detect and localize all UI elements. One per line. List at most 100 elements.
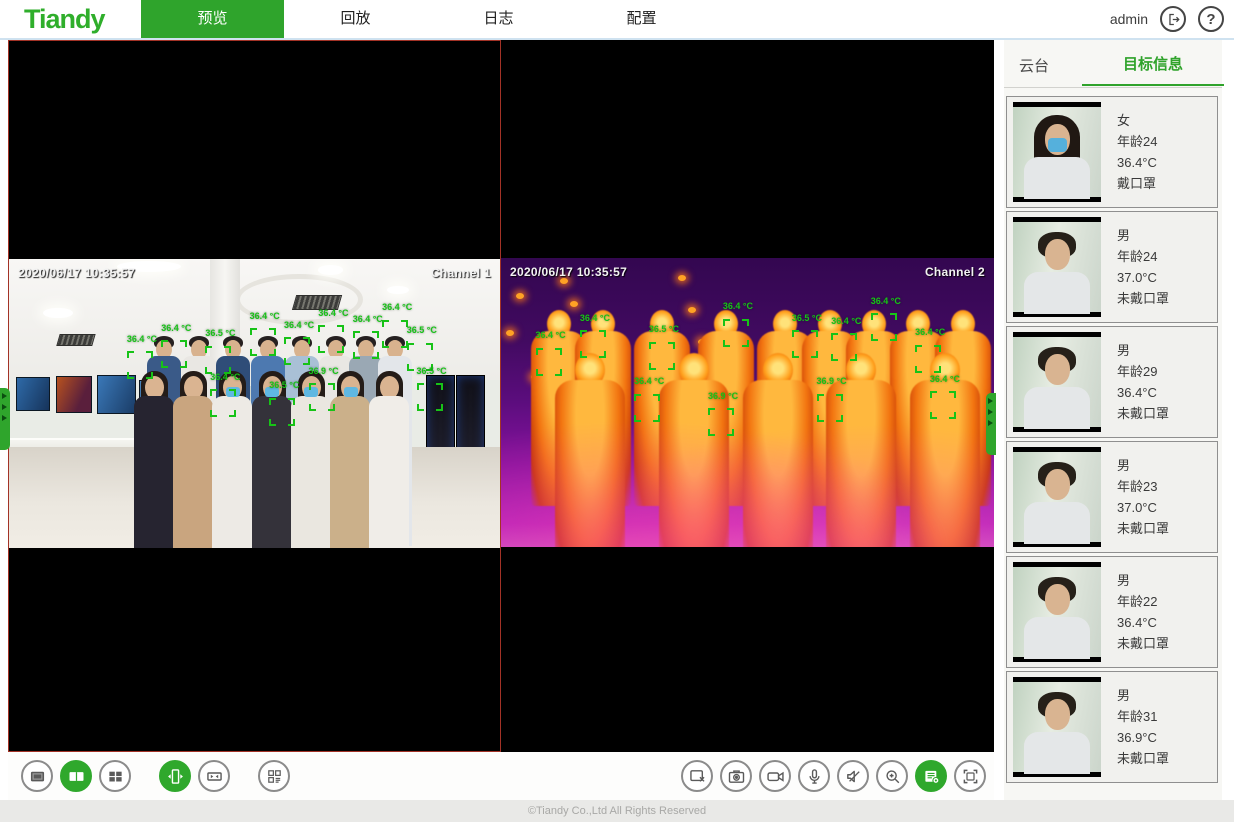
- tab-target-info[interactable]: 目标信息: [1082, 53, 1224, 86]
- temperature-label: 36.5 °C: [649, 324, 679, 334]
- face: [1045, 354, 1070, 385]
- temperature-label: 36.4 °C: [536, 330, 566, 340]
- app-window: Tiandy 预览回放日志配置 admin ?: [0, 0, 1234, 822]
- temperature-label: 36.9 °C: [817, 376, 847, 386]
- temperature-label: 36.4 °C: [634, 376, 664, 386]
- layout-four-split-button[interactable]: [99, 760, 131, 792]
- face-detection-bracket: [210, 389, 236, 417]
- tab-preview[interactable]: 预览: [141, 0, 284, 38]
- mask-status-label: 未戴口罩: [1117, 403, 1169, 424]
- target-card[interactable]: 男年龄2236.4°C未戴口罩: [1006, 556, 1218, 668]
- temperature-label: 36.4 °C: [831, 316, 861, 326]
- digital-zoom-button[interactable]: [876, 760, 908, 792]
- close-all-preview-button[interactable]: [681, 760, 713, 792]
- audio-mute-button[interactable]: [837, 760, 869, 792]
- record-icon: [765, 766, 786, 787]
- tab-config[interactable]: 配置: [570, 0, 713, 38]
- mask-status-label: 未戴口罩: [1117, 748, 1169, 769]
- vertical-fill-button[interactable]: [159, 760, 191, 792]
- layout-two-split-button[interactable]: [60, 760, 92, 792]
- target-card[interactable]: 男年龄3136.9°C未戴口罩: [1006, 671, 1218, 783]
- multi-screen-config-button[interactable]: [258, 760, 290, 792]
- target-snapshot: [1013, 562, 1101, 662]
- copyright-footer: ©Tiandy Co.,Ltd All Rights Reserved: [0, 800, 1234, 822]
- tab-playback[interactable]: 回放: [284, 0, 427, 38]
- digital-zoom-icon: [882, 766, 903, 787]
- target-card[interactable]: 女年龄2436.4°C戴口罩: [1006, 96, 1218, 208]
- temperature-label: 36.4 °C: [250, 311, 280, 321]
- temperature-label: 36.4 °C: [318, 308, 348, 318]
- layout-four-split-icon: [105, 766, 126, 787]
- temperature-label: 36.4 °C: [915, 327, 945, 337]
- age-label: 年龄23: [1117, 476, 1169, 497]
- tiandy-logo: Tiandy: [24, 4, 105, 35]
- temperature-label: 36.4 °C: [723, 301, 753, 311]
- talk-mic-button[interactable]: [798, 760, 830, 792]
- help-button[interactable]: ?: [1198, 6, 1224, 32]
- face-detection-bracket: [649, 342, 675, 370]
- target-info-text: 男年龄3136.9°C未戴口罩: [1117, 685, 1169, 769]
- layout-single-button[interactable]: [21, 760, 53, 792]
- face-photo: [1013, 452, 1101, 542]
- video-cell-channel-1[interactable]: 2020/06/17 10:35:57 Channel 1 36.4 °C36.…: [8, 40, 501, 752]
- temperature-label: 36.5 °C: [417, 366, 447, 376]
- temperature-label: 36.4°C: [1117, 152, 1157, 173]
- target-info-text: 女年龄2436.4°C戴口罩: [1117, 110, 1157, 194]
- shoulders: [1024, 272, 1090, 314]
- temperature-label: 37.0°C: [1117, 267, 1169, 288]
- header-divider: [0, 38, 1234, 40]
- control-button-group: [681, 760, 993, 792]
- face-detection-bracket: [417, 383, 443, 411]
- snapshot-button[interactable]: [720, 760, 752, 792]
- target-info-panel-button[interactable]: [915, 760, 947, 792]
- age-label: 年龄31: [1117, 706, 1169, 727]
- gender-label: 女: [1117, 110, 1157, 131]
- face: [1045, 584, 1070, 615]
- face-detection-bracket: [915, 345, 941, 373]
- tab-ptz[interactable]: 云台: [1019, 55, 1049, 76]
- temperature-label: 36.4°C: [1117, 382, 1169, 403]
- face-detection-bracket: [634, 394, 660, 422]
- shoulders: [1024, 157, 1090, 199]
- temperature-label: 36.5 °C: [205, 328, 235, 338]
- person-figure: [250, 369, 294, 548]
- preview-toolbar: [8, 752, 994, 800]
- record-button[interactable]: [759, 760, 791, 792]
- temperature-label: 36.4 °C: [127, 334, 157, 344]
- video-cell-channel-2[interactable]: 2020/06/17 10:35:57 Channel 2 36.4 °C36.…: [501, 40, 994, 752]
- face-detection-bracket: [309, 383, 335, 411]
- target-snapshot: [1013, 217, 1101, 317]
- face-detection-bracket: [792, 330, 818, 358]
- target-card[interactable]: 男年龄2337.0°C未戴口罩: [1006, 441, 1218, 553]
- gender-label: 男: [1117, 340, 1169, 361]
- sidebar-tabs: 云台 目标信息: [1004, 40, 1222, 88]
- target-card[interactable]: 男年龄2936.4°C未戴口罩: [1006, 326, 1218, 438]
- thermal-haze: [501, 403, 994, 548]
- temperature-label: 36.4 °C: [871, 296, 901, 306]
- horizontal-fill-button[interactable]: [198, 760, 230, 792]
- target-snapshot: [1013, 677, 1101, 777]
- tab-log[interactable]: 日志: [427, 0, 570, 38]
- temperature-label: 36.5 °C: [269, 380, 299, 390]
- face-detection-bracket: [318, 325, 344, 353]
- face: [1045, 239, 1070, 270]
- face: [1045, 699, 1070, 730]
- logout-button[interactable]: [1160, 6, 1186, 32]
- gender-label: 男: [1117, 570, 1169, 591]
- left-panel-expand-handle[interactable]: [0, 388, 10, 450]
- horizontal-fill-icon: [204, 766, 225, 787]
- temperature-label: 36.5 °C: [792, 313, 822, 323]
- target-card[interactable]: 男年龄2437.0°C未戴口罩: [1006, 211, 1218, 323]
- fullscreen-button[interactable]: [954, 760, 986, 792]
- face: [1045, 469, 1070, 500]
- face-mask: [1048, 138, 1067, 152]
- layout-two-split-icon: [66, 766, 87, 787]
- gender-label: 男: [1117, 225, 1169, 246]
- target-snapshot: [1013, 332, 1101, 432]
- face-detection-bracket: [205, 346, 231, 374]
- gender-label: 男: [1117, 455, 1169, 476]
- right-panel-collapse-handle[interactable]: [986, 393, 996, 455]
- face-detection-bracket: [723, 319, 749, 347]
- vertical-fill-icon: [165, 766, 186, 787]
- face-detection-bracket: [284, 337, 310, 365]
